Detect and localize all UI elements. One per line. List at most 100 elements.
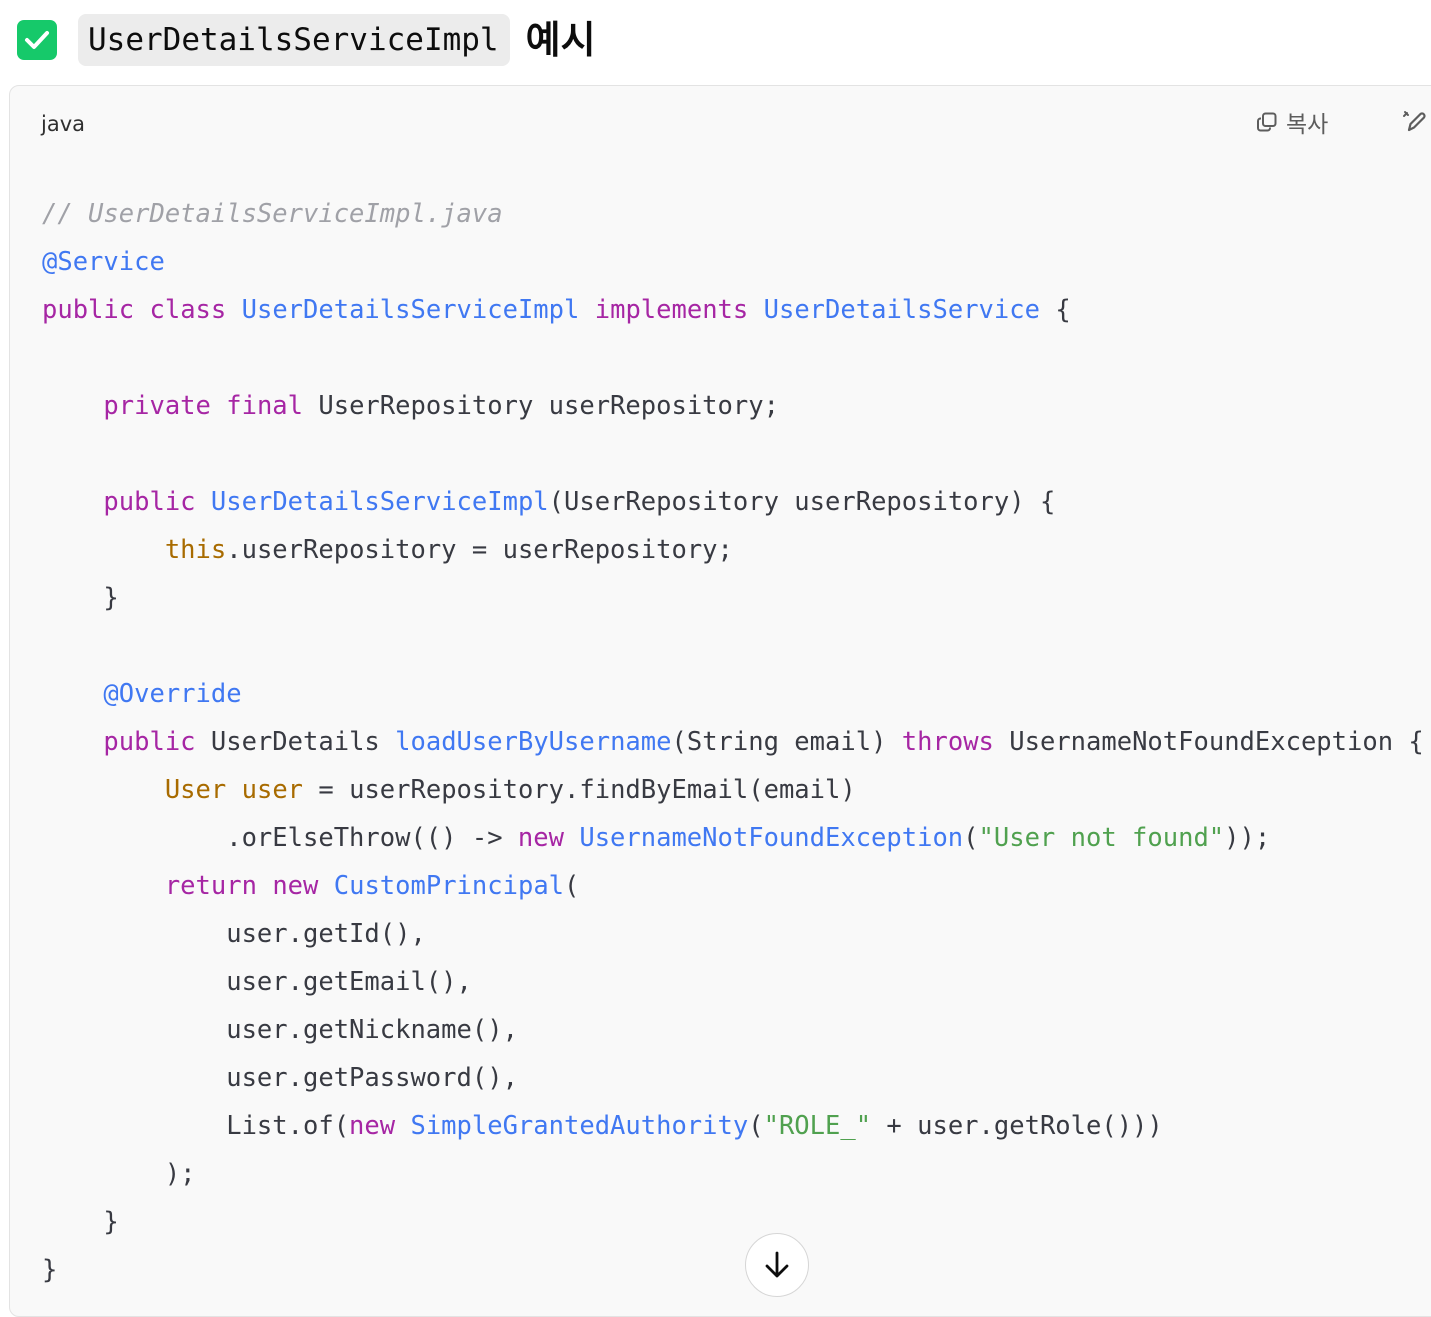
copy-label: 복사 xyxy=(1286,112,1329,138)
code-token: (String email) xyxy=(671,727,902,757)
code-token: implements xyxy=(594,295,749,325)
code-token: )); xyxy=(1224,823,1271,853)
code-token: public xyxy=(103,727,196,757)
code-token: new xyxy=(517,823,564,853)
code-token: + user.getRole())) xyxy=(871,1111,1163,1141)
code-line: this.userRepository = userRepository; xyxy=(42,526,1424,574)
code-token: public xyxy=(103,487,196,517)
code-token: private xyxy=(103,391,211,421)
code-token: throws xyxy=(901,727,994,757)
code-token: .userRepository = userRepository; xyxy=(226,535,733,565)
code-line: @Override xyxy=(42,670,1424,718)
code-token: ); xyxy=(42,1159,196,1189)
code-token: "ROLE_" xyxy=(763,1111,872,1141)
edit-icon xyxy=(1403,111,1426,132)
code-line: } xyxy=(42,1246,1424,1294)
code-token: List.of( xyxy=(42,1111,350,1141)
heading-suffix: 예시 xyxy=(525,18,596,62)
code-line: user.getNickname(), xyxy=(42,1006,1424,1054)
code-token: // UserDetailsServiceImpl.java xyxy=(42,199,503,229)
code-line: user.getId(), xyxy=(42,910,1424,958)
code-token: CustomPrincipal xyxy=(333,871,565,901)
code-token: user.getEmail(), xyxy=(42,967,472,997)
section-heading: UserDetailsServiceImpl 예시 xyxy=(17,12,596,68)
code-token: ( xyxy=(963,823,979,853)
copy-button[interactable]: 복사 xyxy=(1256,106,1328,138)
code-token: User xyxy=(164,775,227,805)
edit-button[interactable] xyxy=(1401,108,1429,136)
code-line: public UserDetails loadUserByUsername(St… xyxy=(42,718,1424,766)
code-token: return xyxy=(164,871,257,901)
code-line: // UserDetailsServiceImpl.java xyxy=(42,190,1424,238)
arrow-down-icon xyxy=(765,1251,789,1278)
inline-code-name: UserDetailsServiceImpl xyxy=(78,14,510,66)
code-token: @Override xyxy=(103,679,242,709)
code-token: final xyxy=(226,391,304,421)
code-token: UserDetailsService xyxy=(763,295,1040,325)
code-token: new xyxy=(349,1111,396,1141)
language-label: java xyxy=(41,112,85,136)
code-token: UsernameNotFoundException xyxy=(579,823,964,853)
copy-icon xyxy=(1257,112,1277,132)
code-token: this xyxy=(164,535,227,565)
code-line: public UserDetailsServiceImpl(UserReposi… xyxy=(42,478,1424,526)
code-line: List.of(new SimpleGrantedAuthority("ROLE… xyxy=(42,1102,1424,1150)
code-block: java 복사 // UserDetailsServiceImpl.java @S… xyxy=(9,85,1431,1317)
code-line: public class UserDetailsServiceImpl impl… xyxy=(42,286,1424,334)
code-token: } xyxy=(42,583,119,613)
code-token: user.getNickname(), xyxy=(42,1015,518,1045)
code-token: loadUserByUsername xyxy=(395,727,672,757)
code-token: user.getId(), xyxy=(42,919,426,949)
code-token: new xyxy=(272,871,319,901)
code-token: SimpleGrantedAuthority xyxy=(410,1111,749,1141)
code-content: // UserDetailsServiceImpl.java @Service pu… xyxy=(42,190,1424,1294)
code-token: class xyxy=(149,295,227,325)
code-token: UserDetailsServiceImpl xyxy=(241,295,580,325)
code-token: public xyxy=(42,295,135,325)
code-token: UsernameNotFoundException { xyxy=(993,727,1424,757)
scroll-down-button[interactable] xyxy=(745,1233,809,1297)
code-line: private final UserRepository userReposit… xyxy=(42,382,1424,430)
code-token: = userRepository.findByEmail(email) xyxy=(303,775,856,805)
check-icon xyxy=(17,20,57,60)
code-token: UserRepository userRepository; xyxy=(303,391,779,421)
code-token: user.getPassword(), xyxy=(42,1063,518,1093)
code-token: user xyxy=(241,775,304,805)
code-line: } xyxy=(42,574,1424,622)
code-token: UserDetails xyxy=(195,727,396,757)
code-line: user.getEmail(), xyxy=(42,958,1424,1006)
code-line: return new CustomPrincipal( xyxy=(42,862,1424,910)
code-line: } xyxy=(42,1198,1424,1246)
code-line: ); xyxy=(42,1150,1424,1198)
code-token: "User not found" xyxy=(978,823,1225,853)
code-line: user.getPassword(), xyxy=(42,1054,1424,1102)
code-token: (UserRepository userRepository) { xyxy=(548,487,1056,517)
code-line: .orElseThrow(() -> new UsernameNotFoundE… xyxy=(42,814,1424,862)
code-token: ( xyxy=(748,1111,764,1141)
code-token: .orElseThrow(() -> xyxy=(42,823,518,853)
code-token: UserDetailsServiceImpl xyxy=(210,487,549,517)
code-token: } xyxy=(42,1207,119,1237)
code-token: } xyxy=(42,1255,58,1285)
code-line: User user = userRepository.findByEmail(e… xyxy=(42,766,1424,814)
